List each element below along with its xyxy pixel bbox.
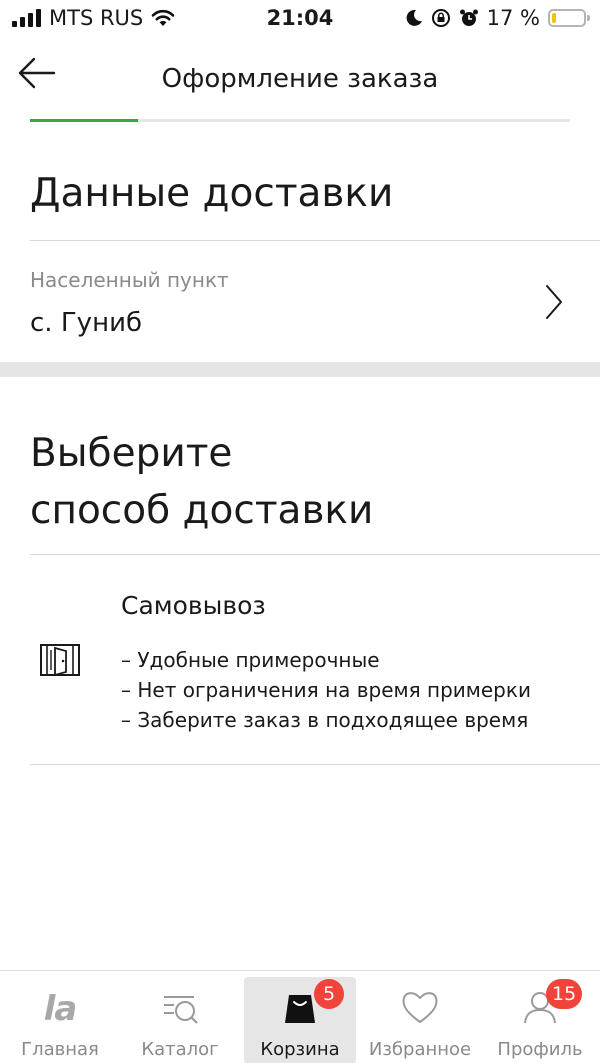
orientation-lock-icon — [431, 9, 450, 27]
tab-label: Каталог — [141, 1039, 219, 1060]
delivery-method-title-line1: Выберите — [30, 431, 233, 476]
battery-icon — [548, 9, 590, 27]
tab-profile[interactable]: 15 Профиль — [484, 977, 596, 1063]
divider — [30, 764, 600, 765]
divider — [30, 554, 600, 555]
option-feature: – Удобные примерочные — [121, 648, 380, 672]
la-logo-icon: la — [40, 987, 80, 1029]
tab-home[interactable]: la Главная — [4, 977, 116, 1063]
page-title: Оформление заказа — [161, 64, 439, 94]
tab-cart[interactable]: 5 Корзина — [244, 977, 356, 1063]
bottom-tab-bar: la Главная Каталог 5 Корзина Избранное 1… — [0, 970, 600, 1063]
tab-label: Корзина — [260, 1039, 340, 1060]
delivery-data-title: Данные доставки — [30, 171, 394, 216]
store-door-icon — [40, 644, 80, 677]
checkout-progress-bar — [30, 119, 570, 122]
tab-favorites[interactable]: Избранное — [364, 977, 476, 1063]
catalog-search-icon — [164, 996, 198, 1024]
battery-percent: 17 % — [486, 6, 540, 30]
delivery-option-pickup[interactable]: Самовывоз – Удобные примерочные – Нет ог… — [0, 556, 600, 764]
tab-label: Избранное — [368, 1039, 472, 1060]
delivery-method-title-line2: способ доставки — [30, 488, 374, 533]
heart-icon — [402, 992, 438, 1023]
moon-icon — [406, 9, 422, 26]
alarm-icon — [459, 9, 478, 26]
locality-label: Населенный пункт — [30, 268, 229, 292]
option-features: – Удобные примерочные – Нет ограничения … — [121, 645, 531, 735]
checkout-screen: MTS RUS 21:04 17 % Оформление заказа Дан… — [0, 0, 600, 1063]
tab-catalog[interactable]: Каталог — [124, 977, 236, 1063]
battery-level — [552, 13, 556, 23]
nav-header: Оформление заказа — [0, 40, 600, 116]
locality-value: с. Гуниб — [30, 308, 142, 338]
status-right: 17 % — [405, 6, 590, 30]
status-bar: MTS RUS 21:04 17 % — [0, 0, 600, 38]
option-feature: – Заберите заказ в подходящее время — [121, 708, 529, 732]
tab-label: Профиль — [497, 1039, 583, 1060]
option-title: Самовывоз — [121, 591, 266, 620]
logo-text: la — [43, 989, 78, 1029]
divider — [30, 240, 600, 241]
option-feature: – Нет ограничения на время примерки — [121, 678, 531, 702]
locality-field[interactable]: Населенный пункт с. Гуниб — [0, 242, 600, 360]
checkout-progress-fill — [30, 119, 138, 122]
section-separator — [0, 362, 600, 377]
tab-label: Главная — [21, 1039, 99, 1060]
chevron-right-icon — [546, 285, 562, 319]
profile-badge: 15 — [546, 979, 583, 1009]
cart-badge: 5 — [314, 979, 344, 1009]
